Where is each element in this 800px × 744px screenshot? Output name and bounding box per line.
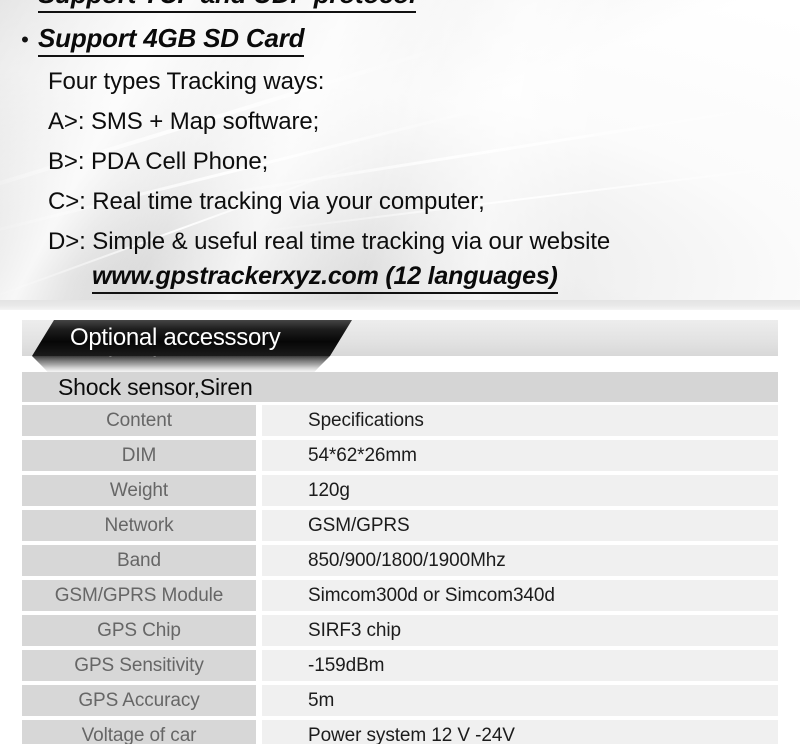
- table-cell-value: 120g: [262, 475, 778, 506]
- table-cell-label: DIM: [22, 440, 256, 471]
- table-row: Band 850/900/1800/1900Mhz: [22, 545, 778, 576]
- tracking-way-b: B>: PDA Cell Phone;: [48, 148, 269, 175]
- table-row: Network GSM/GPRS: [22, 510, 778, 541]
- table-row: Voltage of car Power system 12 V -24V: [22, 720, 778, 744]
- table-row: Weight 120g: [22, 475, 778, 506]
- accessory-subtitle-row: Shock sensor,Siren: [22, 372, 778, 402]
- table-cell-label: GPS Sensitivity: [22, 650, 256, 681]
- table-cell-value: Power system 12 V -24V: [262, 720, 778, 744]
- bullet-item-tcp-udp: • Support TCP and UDP protocol: [12, 0, 416, 13]
- table-row: GPS Chip SIRF3 chip: [22, 615, 778, 646]
- table-cell-label: GPS Chip: [22, 615, 256, 646]
- table-cell-value: SIRF3 chip: [262, 615, 778, 646]
- table-cell-label: Voltage of car: [22, 720, 256, 744]
- table-cell-label: Weight: [22, 475, 256, 506]
- section-separator-band: [0, 300, 800, 310]
- table-cell-value: -159dBm: [262, 650, 778, 681]
- table-cell-value: 5m: [262, 685, 778, 716]
- table-cell-value: Simcom300d or Simcom340d: [262, 580, 778, 611]
- tracking-way-d: D>: Simple & useful real time tracking v…: [48, 228, 611, 255]
- bullet-item-sd-card: • Support 4GB SD Card: [12, 23, 305, 57]
- tracking-way-a: A>: SMS + Map software;: [48, 108, 320, 135]
- table-cell-label: Network: [22, 510, 256, 541]
- bullet-item-label: Support TCP and UDP protocol: [38, 0, 416, 13]
- feature-highlights-panel: • Support TCP and UDP protocol • Support…: [0, 0, 800, 300]
- table-cell-label: GPS Accuracy: [22, 685, 256, 716]
- accessory-banner: Optional accesssory Optional accesssory: [22, 320, 778, 368]
- banner-title-text: Optional accesssory: [70, 324, 281, 351]
- bullet-point-icon: •: [12, 0, 38, 7]
- table-cell-value: 54*62*26mm: [262, 440, 778, 471]
- table-row: GSM/GPRS Module Simcom300d or Simcom340d: [22, 580, 778, 611]
- product-spec-page: • Support TCP and UDP protocol • Support…: [0, 0, 800, 744]
- bullet-point-icon: •: [21, 27, 29, 52]
- specification-table: Content Specifications DIM 54*62*26mm We…: [22, 405, 778, 744]
- banner-black-ribbon: Optional accesssory: [32, 320, 352, 356]
- accessory-subtitle-text: Shock sensor,Siren: [58, 373, 253, 400]
- tracking-ways-intro: Four types Tracking ways:: [48, 68, 325, 95]
- optional-accessory-panel: Optional accesssory Optional accesssory …: [0, 320, 800, 744]
- tracking-way-c: C>: Real time tracking via your computer…: [48, 188, 485, 215]
- table-row: GPS Sensitivity -159dBm: [22, 650, 778, 681]
- table-cell-label: Band: [22, 545, 256, 576]
- table-row: DIM 54*62*26mm: [22, 440, 778, 471]
- table-row: Content Specifications: [22, 405, 778, 436]
- table-cell-label: GSM/GPRS Module: [22, 580, 256, 611]
- table-cell-value: 850/900/1800/1900Mhz: [262, 545, 778, 576]
- bullet-item-label: Support 4GB SD Card: [38, 23, 305, 57]
- table-cell-value: GSM/GPRS: [262, 510, 778, 541]
- website-link[interactable]: www.gpstrackerxyz.com (12 languages): [92, 262, 558, 294]
- table-cell-value: Specifications: [262, 405, 778, 436]
- table-row: GPS Accuracy 5m: [22, 685, 778, 716]
- table-cell-label: Content: [22, 405, 256, 436]
- section-separator-white: [0, 310, 800, 320]
